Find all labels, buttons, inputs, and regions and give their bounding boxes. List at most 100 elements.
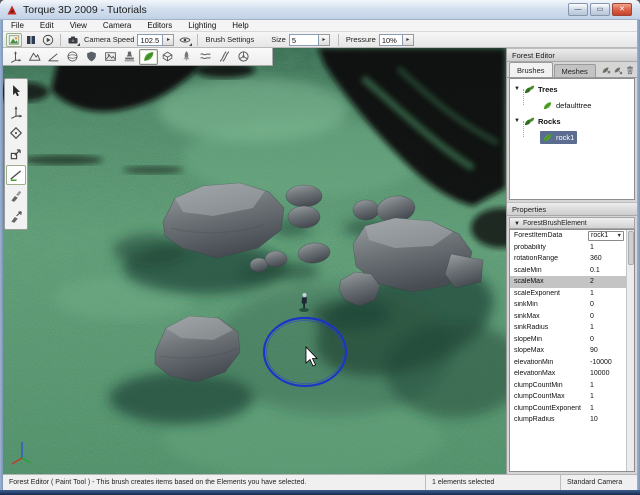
property-row[interactable]: ForestItemData rock1 ▼ bbox=[510, 230, 634, 242]
scene-viewport[interactable] bbox=[3, 48, 506, 474]
property-value-field[interactable]: 0 ▼ bbox=[588, 334, 624, 344]
editor-tool-button[interactable] bbox=[177, 49, 196, 65]
palette-tool-button[interactable] bbox=[6, 207, 26, 227]
palette-tool-button[interactable] bbox=[6, 144, 26, 164]
toolbar-button[interactable] bbox=[6, 33, 22, 47]
pressure-spinner[interactable]: ▸ bbox=[403, 34, 414, 46]
menu-item[interactable]: Camera bbox=[95, 20, 139, 32]
palette-tool-button[interactable] bbox=[6, 81, 26, 101]
property-value-field[interactable]: 0 ▼ bbox=[588, 311, 624, 321]
editor-tool-button[interactable] bbox=[25, 49, 44, 65]
property-row[interactable]: clumpCountExponent 1 ▼ bbox=[510, 403, 634, 415]
menu-item[interactable]: Lighting bbox=[180, 20, 224, 32]
property-value-field[interactable]: 10 ▼ bbox=[588, 415, 624, 425]
property-row[interactable]: slopeMin 0 ▼ bbox=[510, 334, 634, 346]
property-name: clumpRadius bbox=[514, 416, 588, 423]
camera-menu-button[interactable] bbox=[65, 33, 81, 47]
property-value-field[interactable]: rock1 ▼ bbox=[588, 231, 624, 241]
palette-tool-button[interactable] bbox=[6, 123, 26, 143]
property-value-field[interactable]: 0 ▼ bbox=[588, 300, 624, 310]
tree-row[interactable]: ▼ Trees bbox=[510, 81, 634, 97]
leaf-icon bbox=[542, 132, 553, 143]
panel-action-icon[interactable] bbox=[613, 65, 623, 75]
tree-row[interactable]: ▼ rock1 bbox=[510, 129, 634, 145]
property-row[interactable]: scaleExponent 1 ▼ bbox=[510, 288, 634, 300]
palette-tool-button[interactable] bbox=[6, 165, 26, 185]
pressure-input[interactable]: 10% bbox=[379, 34, 403, 46]
camera-speed-input[interactable]: 102.5 bbox=[137, 34, 163, 46]
palette-tool-button[interactable] bbox=[6, 186, 26, 206]
property-row[interactable]: elevationMax 10000 ▼ bbox=[510, 368, 634, 380]
toolbar-button[interactable] bbox=[23, 33, 39, 47]
property-name: slopeMax bbox=[514, 347, 588, 354]
editor-tool-button[interactable] bbox=[82, 49, 101, 65]
size-spinner[interactable]: ▸ bbox=[319, 34, 330, 46]
property-row[interactable]: elevationMin -10000 ▼ bbox=[510, 357, 634, 369]
editor-tool-button[interactable] bbox=[196, 49, 215, 65]
editor-tool-button[interactable] bbox=[120, 49, 139, 65]
property-value-field[interactable]: -10000 ▼ bbox=[588, 357, 624, 367]
editor-tool-button[interactable] bbox=[44, 49, 63, 65]
tree-expander-icon[interactable]: ▼ bbox=[514, 86, 522, 92]
camera-speed-spinner[interactable]: ▸ bbox=[163, 34, 174, 46]
minimize-button[interactable]: — bbox=[568, 3, 588, 16]
maximize-button[interactable]: ▭ bbox=[590, 3, 610, 16]
scrollbar-thumb[interactable] bbox=[628, 231, 634, 265]
property-row[interactable]: scaleMax 2 ▼ bbox=[510, 276, 634, 288]
properties-scrollbar[interactable] bbox=[626, 230, 634, 471]
editor-tool-button[interactable] bbox=[101, 49, 120, 65]
property-value-field[interactable]: 1 ▼ bbox=[588, 380, 624, 390]
leaf-icon bbox=[542, 100, 553, 111]
rock-small bbox=[288, 206, 320, 228]
editor-tool-button[interactable] bbox=[139, 49, 158, 65]
property-value-field[interactable]: 0.1 ▼ bbox=[588, 265, 624, 275]
section-collapse-icon[interactable]: ▼ bbox=[514, 221, 520, 227]
properties-section-bar[interactable]: ▼ForestBrushElement bbox=[509, 217, 635, 229]
property-value-field[interactable]: 1 ▼ bbox=[588, 288, 624, 298]
property-row[interactable]: rotationRange 360 ▼ bbox=[510, 253, 634, 265]
size-input[interactable]: 5 bbox=[289, 34, 319, 46]
property-row[interactable]: probability 1 ▼ bbox=[510, 242, 634, 254]
toolbar-button[interactable] bbox=[40, 33, 56, 47]
property-row[interactable]: clumpRadius 10 ▼ bbox=[510, 414, 634, 426]
property-value-field[interactable]: 10000 ▼ bbox=[588, 369, 624, 379]
panel-tab[interactable]: Meshes bbox=[554, 64, 596, 77]
title-bar[interactable]: Torque 3D 2009 - Tutorials — ▭ ✕ bbox=[0, 0, 640, 20]
menu-item[interactable]: Editors bbox=[139, 20, 180, 32]
property-value-field[interactable]: 90 ▼ bbox=[588, 346, 624, 356]
menu-item[interactable]: Help bbox=[224, 20, 256, 32]
tree-row[interactable]: ▼ Rocks bbox=[510, 113, 634, 129]
menu-item[interactable]: Edit bbox=[32, 20, 62, 32]
property-value-field[interactable]: 360 ▼ bbox=[588, 254, 624, 264]
property-name: ForestItemData bbox=[514, 232, 588, 239]
editor-tool-button[interactable] bbox=[215, 49, 234, 65]
property-row[interactable]: sinkMax 0 ▼ bbox=[510, 311, 634, 323]
editor-tool-button[interactable] bbox=[234, 49, 253, 65]
menu-item[interactable]: View bbox=[62, 20, 95, 32]
close-button[interactable]: ✕ bbox=[612, 3, 632, 16]
property-value-field[interactable]: 2 ▼ bbox=[588, 277, 624, 287]
panel-action-icon[interactable] bbox=[625, 65, 635, 75]
property-value-field[interactable]: 1 ▼ bbox=[588, 403, 624, 413]
property-value: 0 bbox=[590, 313, 594, 320]
palette-tool-button[interactable] bbox=[6, 102, 26, 122]
panel-tab[interactable]: Brushes bbox=[509, 62, 553, 77]
property-row[interactable]: scaleMin 0.1 ▼ bbox=[510, 265, 634, 277]
property-value-field[interactable]: 1 ▼ bbox=[588, 392, 624, 402]
property-value-field[interactable]: 1 ▼ bbox=[588, 242, 624, 252]
property-row[interactable]: sinkRadius 1 ▼ bbox=[510, 322, 634, 334]
panel-action-icon[interactable] bbox=[601, 65, 611, 75]
property-value-field[interactable]: 1 ▼ bbox=[588, 323, 624, 333]
editor-tool-button[interactable] bbox=[6, 49, 25, 65]
visibility-button[interactable] bbox=[177, 33, 193, 47]
menu-item[interactable]: File bbox=[3, 20, 32, 32]
editor-tool-button[interactable] bbox=[63, 49, 82, 65]
tree-row[interactable]: ▼ defaulttree bbox=[510, 97, 634, 113]
tree-expander-icon[interactable]: ▼ bbox=[514, 118, 522, 124]
property-row[interactable]: slopeMax 90 ▼ bbox=[510, 345, 634, 357]
property-row[interactable]: clumpCountMax 1 ▼ bbox=[510, 391, 634, 403]
dropdown-arrow-icon[interactable]: ▼ bbox=[617, 233, 623, 239]
editor-tool-button[interactable] bbox=[158, 49, 177, 65]
property-row[interactable]: sinkMin 0 ▼ bbox=[510, 299, 634, 311]
property-row[interactable]: clumpCountMin 1 ▼ bbox=[510, 380, 634, 392]
